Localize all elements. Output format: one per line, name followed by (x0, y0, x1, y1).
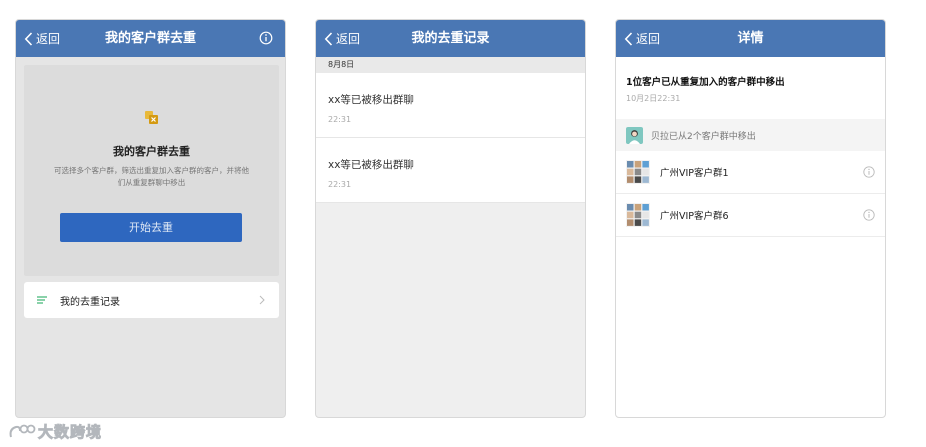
chevron-left-icon (24, 31, 33, 46)
navbar: 返回 我的去重记录 (316, 20, 585, 57)
record-item[interactable]: xx等已被移出群聊 22:31 (316, 138, 585, 203)
back-label: 返回 (336, 32, 361, 46)
group-name: 广州VIP客户群1 (660, 168, 729, 179)
my-dedupe-records-row[interactable]: 我的去重记录 (24, 282, 279, 318)
card-description: 可选择多个客户群，筛选出重复加入客户群的客户，并将他们从重复群聊中移出 (54, 166, 249, 187)
chevron-right-icon (259, 295, 265, 305)
record-time: 22:31 (328, 180, 352, 189)
back-button[interactable]: 返回 (324, 20, 360, 57)
navbar: 返回 详情 (616, 20, 885, 57)
group-row[interactable]: 广州VIP客户群1 (616, 151, 885, 194)
watermark: 大数跨境 (8, 418, 102, 444)
screen-dedupe-records: 返回 我的去重记录 8月8日 xx等已被移出群聊 22:31 xx等已被移出群聊… (315, 19, 586, 418)
start-dedupe-button[interactable]: 开始去重 (60, 213, 242, 242)
date-header: 8月8日 (316, 57, 585, 73)
detail-summary: 1位客户已从重复加入的客户群中移出 10月2日22:31 (616, 57, 885, 119)
removed-customer-bar: 贝拉已从2个客户群中移出 (616, 119, 885, 151)
back-button[interactable]: 返回 (24, 20, 60, 57)
chevron-left-icon (324, 31, 333, 46)
group-row[interactable]: 广州VIP客户群6 (616, 194, 885, 237)
watermark-text: 大数跨境 (38, 422, 103, 441)
record-item[interactable]: xx等已被移出群聊 22:31 (316, 73, 585, 138)
group-name: 广州VIP客户群6 (660, 211, 729, 222)
chevron-left-icon (624, 31, 633, 46)
back-label: 返回 (36, 32, 61, 46)
record-label: 我的去重记录 (60, 296, 120, 308)
card-title: 我的客户群去重 (113, 145, 190, 158)
screen-customer-group-dedupe: 返回 我的客户群去重 我的客户群去重 可选择多个客户群，筛选出重复加入客户群的客… (15, 19, 286, 418)
record-text: xx等已被移出群聊 (328, 159, 414, 171)
dedupe-intro-card: 我的客户群去重 可选择多个客户群，筛选出重复加入客户群的客户，并将他们从重复群聊… (24, 65, 279, 276)
record-time: 22:31 (328, 115, 352, 124)
watermark-logo-icon (9, 424, 36, 438)
group-avatar (626, 203, 650, 227)
customer-avatar (626, 126, 643, 144)
dedupe-icon (145, 111, 158, 124)
back-label: 返回 (636, 32, 661, 46)
back-button[interactable]: 返回 (624, 20, 660, 57)
info-circle-icon[interactable] (259, 31, 273, 45)
record-text: xx等已被移出群聊 (328, 94, 414, 106)
group-avatar (626, 160, 650, 184)
info-circle-icon[interactable] (863, 209, 875, 221)
summary-time: 10月2日22:31 (626, 94, 681, 103)
removed-text: 贝拉已从2个客户群中移出 (651, 131, 756, 142)
screen-detail: 返回 详情 1位客户已从重复加入的客户群中移出 10月2日22:31 贝拉已从2… (615, 19, 886, 418)
list-icon (37, 296, 47, 304)
summary-title: 1位客户已从重复加入的客户群中移出 (626, 77, 785, 88)
info-circle-icon[interactable] (863, 166, 875, 178)
navbar: 返回 我的客户群去重 (16, 20, 285, 57)
